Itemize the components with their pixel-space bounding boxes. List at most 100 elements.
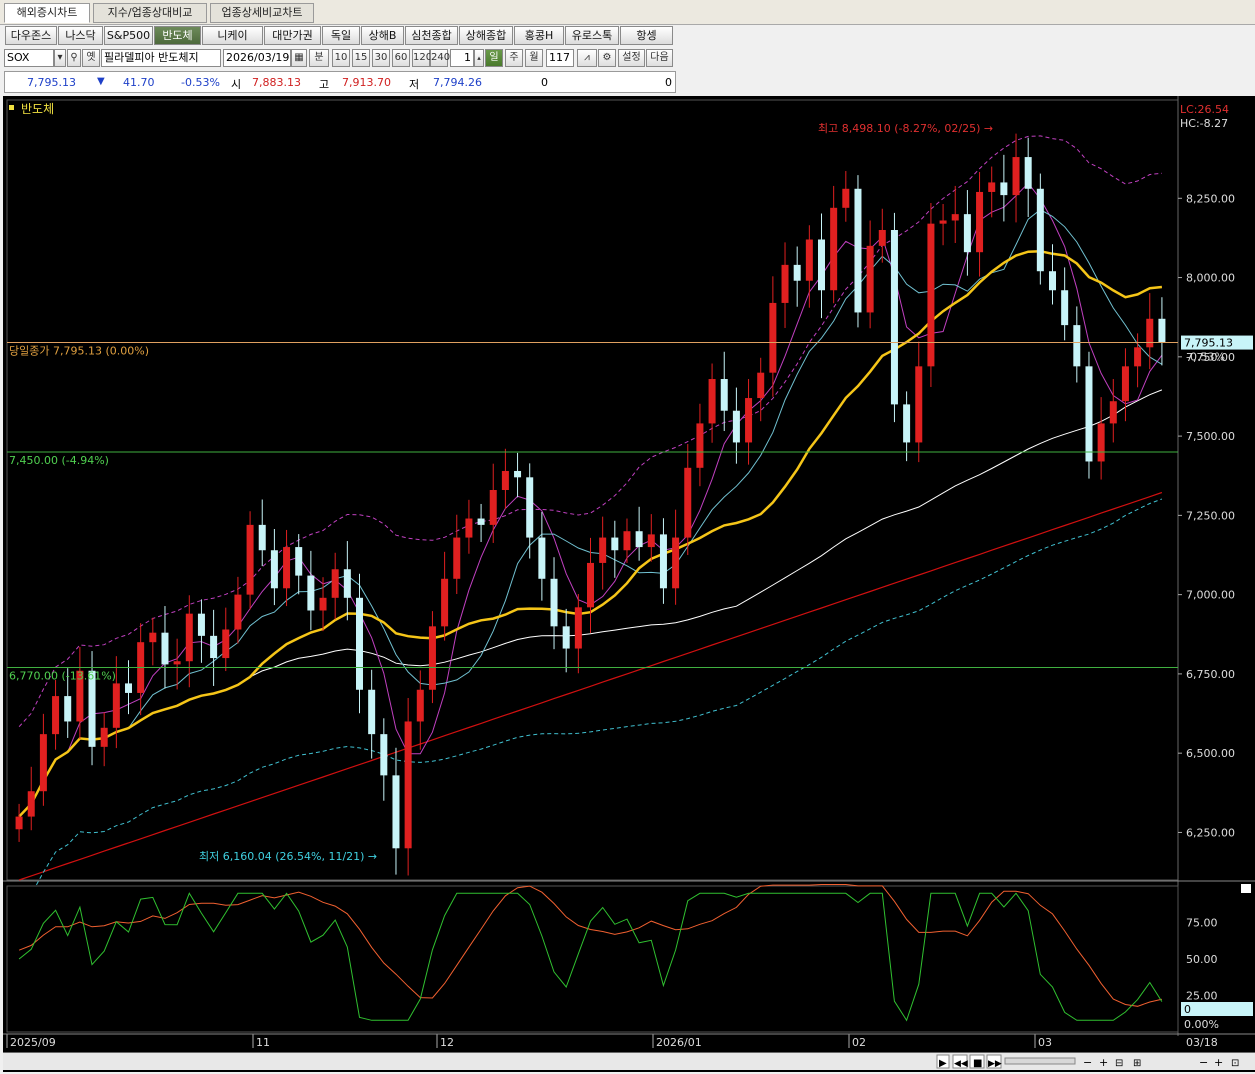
period-month-button[interactable]: 월 [525, 49, 543, 67]
price-box-value: 7,795.13 [1184, 337, 1233, 350]
date-label: 12 [440, 1036, 454, 1049]
candle-body [903, 404, 911, 443]
chart-area[interactable]: 6,250.00 6,500.00 6,750.00 7,000.00 7,250.00… [3, 96, 1255, 1072]
market-button-1[interactable]: 나스닥 [58, 26, 103, 45]
tab-0[interactable]: 해외증시차트 [4, 3, 90, 23]
minute-button[interactable]: 분 [309, 49, 329, 67]
candle-body [1036, 188, 1044, 272]
tab-1[interactable]: 지수/업종상대비교 [93, 3, 207, 23]
interval-button-30[interactable]: 30 [372, 49, 390, 67]
plus-icon: + [1214, 1056, 1223, 1069]
market-button-10[interactable]: 홍콩H [514, 26, 564, 45]
chart-toolbar: SOX ▾ ⚲ 옛 필라델피아 반도체지 2026/03/19 ▦ 분 10 15… [0, 47, 676, 69]
interval-button-15[interactable]: 15 [352, 49, 370, 67]
osc-tick-label: 75.00 [1186, 917, 1218, 930]
scroll-controls[interactable]: ▶ ◀◀ ■ ▶▶ − + ⊟ ⊞ − + ⊡ [3, 1053, 1255, 1071]
market-button-12[interactable]: 항셍 [620, 26, 673, 45]
candle-body [392, 775, 400, 849]
interval-button-240[interactable]: 240 [430, 49, 450, 67]
candle-body [210, 635, 218, 659]
quote-open-label: 시 [231, 78, 242, 91]
candle-body [659, 534, 667, 589]
hc-label: HC:-8.27 [1180, 117, 1228, 130]
candle-body [1049, 271, 1056, 291]
calendar-icon[interactable]: ▦ [291, 49, 307, 67]
price-box-pct: -0.53% [1186, 351, 1225, 364]
hline-7450-label: 7,450.00 (-4.94%) [9, 454, 109, 467]
chart-type-icon[interactable]: ⩘ [577, 49, 597, 67]
candle-body [587, 562, 594, 608]
close-line-label: 당일종가 7,795.13 (0.00%) [9, 344, 149, 358]
candle-body [356, 597, 363, 690]
chart-scrollbar[interactable]: ▶ ◀◀ ■ ▶▶ − + ⊟ ⊞ − + ⊡ [3, 1052, 1255, 1070]
price-chart-svg[interactable]: 6,250.00 6,500.00 6,750.00 7,000.00 7,250.00… [3, 96, 1255, 1072]
candle-body [963, 214, 971, 253]
candle-body [1012, 157, 1020, 196]
market-button-3[interactable]: 반도체 [154, 26, 201, 45]
osc-tick-label: 50.00 [1186, 953, 1218, 966]
date-input[interactable]: 2026/03/19 [223, 49, 291, 67]
y-tick-label: 6,250.00 [1186, 826, 1235, 839]
candle-body [1109, 401, 1117, 424]
next-button[interactable]: 다음 [646, 49, 673, 67]
reset-icon: ⊟ [1115, 1058, 1123, 1069]
candle-body [805, 239, 813, 281]
candle-body [696, 423, 704, 468]
count-input[interactable]: 1 [450, 49, 474, 67]
candle-body [890, 230, 898, 405]
period-day-button[interactable]: 일 [485, 49, 503, 67]
scroll-right-icon: ▶ [939, 1058, 947, 1069]
candle-body [331, 569, 339, 598]
interval-button-60[interactable]: 60 [392, 49, 410, 67]
candle-body [1085, 366, 1093, 462]
chart-title: 반도체 [21, 102, 54, 116]
candle-body [39, 734, 47, 792]
candle-body [27, 791, 35, 817]
interval-button-10[interactable]: 10 [332, 49, 350, 67]
symbol-dropdown-button[interactable]: ▾ [54, 49, 66, 67]
market-button-11[interactable]: 유로스톡 [565, 26, 619, 45]
search-icon[interactable]: ⚲ [67, 49, 81, 67]
candle-body [562, 626, 570, 649]
quote-bar: 7,795.13 ▼ 41.70 -0.53% 시 7,883.13 고 7,9… [4, 71, 676, 93]
settings-button[interactable]: 설정 [618, 49, 645, 67]
candle-body [988, 182, 996, 192]
market-button-7[interactable]: 상해B [361, 26, 404, 45]
candle-body [270, 550, 278, 589]
market-button-9[interactable]: 상해종합 [459, 26, 513, 45]
market-button-4[interactable]: 니케이 [202, 26, 263, 45]
interval-button-120[interactable]: 120 [412, 49, 432, 67]
osc-box-pct: 0.00% [1184, 1018, 1219, 1031]
market-button-0[interactable]: 다우존스 [5, 26, 57, 45]
bar-count-input[interactable]: 117 [546, 49, 574, 67]
candle-body [185, 613, 193, 662]
y-tick-label: 7,000.00 [1186, 589, 1235, 602]
count-spinner[interactable]: ▴ [474, 49, 484, 67]
market-button-8[interactable]: 심천종합 [405, 26, 458, 45]
rewind-icon: ◀◀ [954, 1059, 968, 1069]
market-button-2[interactable]: S&P500 [104, 26, 153, 45]
candle-body [1121, 366, 1129, 402]
candle-body [793, 264, 801, 281]
candle-body [818, 239, 825, 291]
fit-icon: ⊞ [1133, 1058, 1141, 1069]
candle-body [1061, 290, 1069, 326]
gear-icon[interactable]: ⚙ [598, 49, 616, 67]
symbol-flag-button[interactable]: 옛 [82, 49, 100, 67]
last-date-label: 03/18 [1186, 1036, 1218, 1049]
quote-open: 7,883.13 [252, 76, 301, 89]
period-week-button[interactable]: 주 [505, 49, 523, 67]
market-button-5[interactable]: 대만가권 [264, 26, 321, 45]
tab-2[interactable]: 업종상세비교차트 [210, 3, 314, 23]
candle-body [1134, 347, 1142, 367]
candle-body [951, 214, 959, 221]
candle-body [769, 302, 777, 373]
market-button-6[interactable]: 독일 [322, 26, 360, 45]
candle-body [234, 594, 242, 630]
candle-body [939, 220, 947, 224]
chart-tabs: 해외증시차트 지수/업종상대비교 업종상세비교차트 [0, 0, 1255, 25]
candle-body [538, 537, 546, 579]
candle-body [599, 537, 607, 563]
candle-body [258, 524, 266, 551]
symbol-input[interactable]: SOX [4, 49, 54, 67]
